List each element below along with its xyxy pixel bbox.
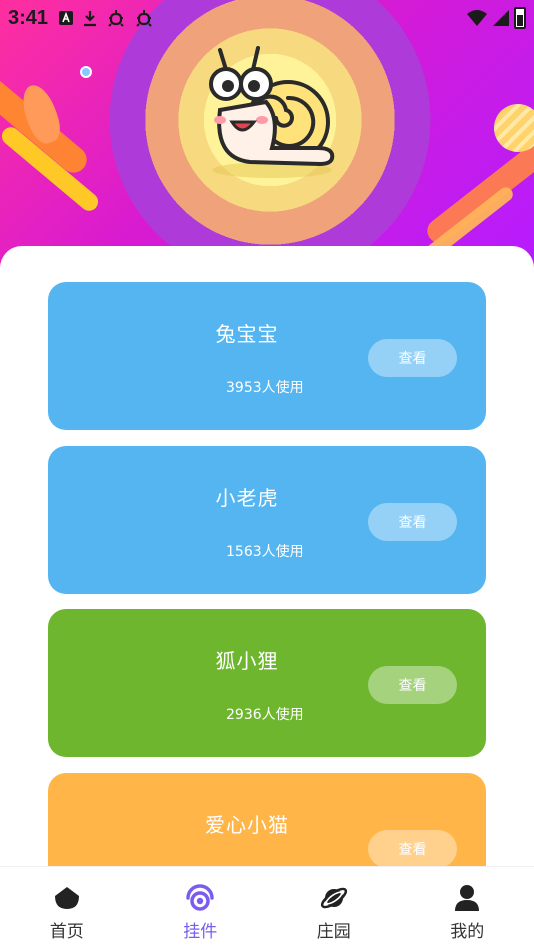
pendant-card-usage: 2936人使用	[226, 707, 304, 723]
status-system-icons	[466, 7, 526, 29]
planet-icon	[319, 883, 349, 913]
pendant-card-title: 爱心小猫	[205, 813, 289, 837]
pendant-card[interactable]: 狐小狸 2936人使用 查看	[48, 609, 486, 757]
view-button[interactable]: 查看	[368, 503, 457, 541]
view-button[interactable]: 查看	[368, 666, 457, 704]
nav-item-pendant[interactable]: 挂件	[134, 867, 268, 951]
nav-label: 庄园	[316, 922, 351, 942]
wifi-icon	[467, 10, 487, 26]
snail-icon	[209, 46, 335, 178]
pendant-card-title: 小老虎	[215, 486, 279, 510]
pendant-icon	[185, 883, 215, 913]
pendant-card-title: 狐小狸	[215, 649, 279, 673]
status-time: 3:41	[8, 6, 49, 29]
status-notification-icons	[58, 8, 154, 28]
bug-icon	[108, 10, 124, 27]
pendant-card-usage: 1563人使用	[226, 544, 304, 560]
signal-icon	[493, 10, 509, 26]
battery-icon	[514, 7, 526, 29]
bug-icon	[136, 10, 152, 27]
pendant-card[interactable]: 兔宝宝 3953人使用 查看	[48, 282, 486, 430]
view-button[interactable]: 查看	[368, 339, 457, 377]
banner-ball-decoration	[494, 104, 534, 152]
pendant-card-usage: 3953人使用	[226, 380, 304, 396]
bottom-nav: 首页 挂件 庄园 我的	[0, 866, 534, 951]
nav-label: 首页	[49, 922, 84, 942]
status-bar: 3:41	[0, 0, 534, 36]
nav-item-manor[interactable]: 庄园	[267, 867, 401, 951]
banner-ball-decoration	[80, 66, 92, 78]
header-banner	[0, 0, 534, 270]
pendant-list: 兔宝宝 3953人使用 查看 小老虎 1563人使用 查看 狐小狸 2936人使…	[0, 246, 534, 951]
download-icon	[84, 11, 97, 27]
nav-label: 挂件	[183, 922, 218, 942]
pendant-card-title: 兔宝宝	[215, 322, 279, 346]
nav-item-mine[interactable]: 我的	[401, 867, 534, 951]
nav-item-home[interactable]: 首页	[0, 867, 134, 951]
pendant-card[interactable]: 小老虎 1563人使用 查看	[48, 446, 486, 594]
nav-label: 我的	[450, 922, 485, 942]
view-button[interactable]: 查看	[368, 830, 457, 868]
user-icon	[452, 883, 482, 913]
home-icon	[52, 883, 82, 913]
a-box-icon	[59, 11, 74, 25]
